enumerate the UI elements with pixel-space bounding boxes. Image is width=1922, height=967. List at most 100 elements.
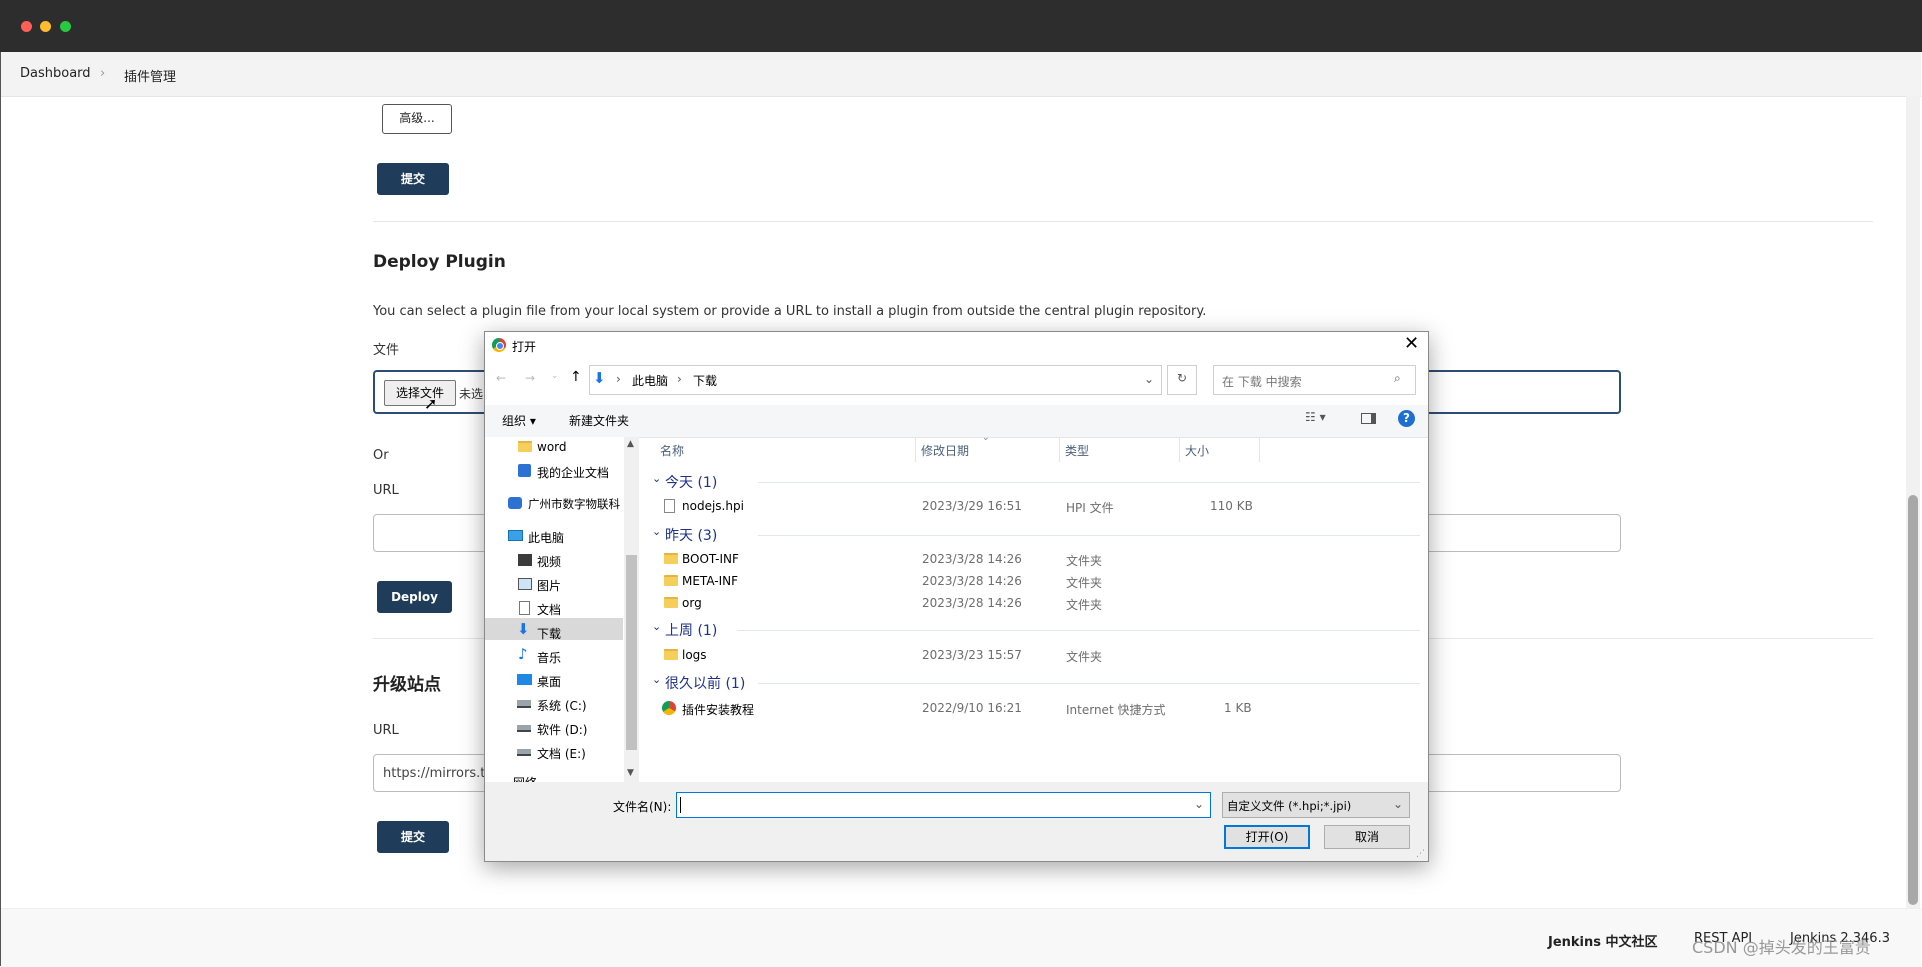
nav-item-this-pc[interactable]: 此电脑 xyxy=(528,529,564,546)
file-name[interactable]: META-INF xyxy=(682,574,738,588)
nav-item-network[interactable]: 网络 xyxy=(513,774,537,782)
update-site-submit-button[interactable]: 提交 xyxy=(377,821,449,853)
close-window-button[interactable] xyxy=(21,21,32,32)
nav-item-documents[interactable]: 文档 xyxy=(537,601,561,618)
view-options-icon[interactable]: ☷ ▾ xyxy=(1305,410,1326,424)
divider xyxy=(373,221,1873,222)
group-header-yesterday[interactable]: 昨天 (3) xyxy=(665,525,717,545)
folder-icon xyxy=(518,441,532,452)
footer-community-link[interactable]: Jenkins 中文社区 xyxy=(1548,931,1658,950)
new-folder-button[interactable]: 新建文件夹 xyxy=(569,412,629,429)
file-size: 110 KB xyxy=(1210,499,1253,513)
chevron-down-icon[interactable]: ⌄ xyxy=(1393,797,1403,811)
address-crumb-pc[interactable]: 此电脑 xyxy=(632,372,668,389)
breadcrumb xyxy=(1,52,1921,97)
nav-item-downloads[interactable]: 下载 xyxy=(537,625,561,642)
file-type: 文件夹 xyxy=(1066,650,1103,664)
chevron-down-icon[interactable]: ⌄ xyxy=(652,525,661,538)
file-size: 1 KB xyxy=(1224,701,1252,715)
choose-file-button[interactable]: 选择文件 xyxy=(384,380,456,406)
chevron-down-icon[interactable]: ⌄ xyxy=(652,620,661,633)
file-date: 2023/3/28 14:26 xyxy=(922,552,1022,566)
page-scrollbar-thumb[interactable] xyxy=(1908,495,1918,905)
update-site-url-label: URL xyxy=(373,723,399,738)
column-type[interactable]: 类型 xyxy=(1065,442,1089,459)
forward-icon[interactable]: → xyxy=(525,371,535,385)
video-icon xyxy=(518,554,532,566)
resize-grip-icon[interactable]: ⋰ xyxy=(1416,849,1425,859)
nav-item-desktop[interactable]: 桌面 xyxy=(537,673,561,690)
search-icon[interactable]: ⌕ xyxy=(1394,371,1401,386)
nav-item-drive-c[interactable]: 系统 (C:) xyxy=(537,697,587,714)
close-icon[interactable]: ✕ xyxy=(1404,333,1419,354)
nav-item-cloud-drive[interactable]: 广州市数字物联科 xyxy=(528,496,620,512)
breadcrumb-current[interactable]: 插件管理 xyxy=(124,66,176,85)
folder-icon xyxy=(664,575,678,586)
deploy-button[interactable]: Deploy xyxy=(377,581,452,613)
pictures-icon xyxy=(518,578,532,590)
computer-icon xyxy=(508,530,523,541)
nav-item-drive-d[interactable]: 软件 (D:) xyxy=(537,721,587,738)
filename-input[interactable] xyxy=(676,792,1211,818)
file-date: 2022/9/10 16:21 xyxy=(922,701,1022,715)
file-type-filter-value: 自定义文件 (*.hpi;*.jpi) xyxy=(1227,799,1352,813)
cancel-button[interactable]: 取消 xyxy=(1324,825,1410,849)
group-header-last-week[interactable]: 上周 (1) xyxy=(665,620,717,640)
file-name[interactable]: logs xyxy=(682,648,707,662)
desktop-icon xyxy=(517,674,532,685)
file-name[interactable]: BOOT-INF xyxy=(682,552,739,566)
nav-item-videos[interactable]: 视频 xyxy=(537,553,561,570)
folder-icon xyxy=(664,553,678,564)
group-header-long-ago[interactable]: 很久以前 (1) xyxy=(665,673,745,693)
preview-pane-icon[interactable] xyxy=(1361,413,1376,424)
filename-label: 文件名(N): xyxy=(613,800,672,814)
drive-icon xyxy=(517,749,531,756)
scroll-up-icon[interactable]: ▲ xyxy=(627,439,634,449)
column-modified[interactable]: 修改日期 xyxy=(921,442,969,459)
advanced-button[interactable]: 高级... xyxy=(382,104,452,134)
search-placeholder: 在 下载 中搜索 xyxy=(1222,375,1302,389)
contact-card-icon xyxy=(518,464,531,477)
file-name[interactable]: org xyxy=(682,596,702,610)
help-icon[interactable]: ? xyxy=(1398,410,1415,427)
zoom-window-button[interactable] xyxy=(60,21,71,32)
documents-icon xyxy=(519,601,530,615)
file-date: 2023/3/28 14:26 xyxy=(922,596,1022,610)
nav-item-word[interactable]: word xyxy=(537,440,567,454)
cloud-drive-icon xyxy=(508,497,522,509)
nav-item-drive-e[interactable]: 文档 (E:) xyxy=(537,745,586,762)
nav-scrollbar-thumb[interactable] xyxy=(626,555,637,750)
chevron-down-icon[interactable]: ⌄ xyxy=(1194,797,1204,811)
file-name[interactable]: nodejs.hpi xyxy=(682,499,744,513)
file-date: 2023/3/28 14:26 xyxy=(922,574,1022,588)
submit-button[interactable]: 提交 xyxy=(377,163,449,195)
organize-button[interactable]: 组织 ▾ xyxy=(502,412,536,429)
nav-item-enterprise-docs[interactable]: 我的企业文档 xyxy=(537,464,609,481)
window-titlebar xyxy=(0,0,1922,52)
drive-icon xyxy=(517,725,531,732)
column-name[interactable]: 名称 xyxy=(660,442,684,459)
up-icon[interactable]: ↑ xyxy=(570,369,582,385)
chevron-right-icon: › xyxy=(100,66,106,81)
address-crumb-downloads[interactable]: 下载 xyxy=(693,372,717,389)
chevron-down-icon[interactable]: ⌄ xyxy=(652,472,661,485)
group-header-today[interactable]: 今天 (1) xyxy=(665,472,717,492)
nav-item-music[interactable]: 音乐 xyxy=(537,649,561,666)
watermark: CSDN @掉头发的王富贵 xyxy=(1692,938,1871,957)
file-name[interactable]: 插件安装教程 xyxy=(682,701,754,718)
chevron-down-icon[interactable]: ⌄ xyxy=(652,673,661,686)
download-icon: ⬇ xyxy=(517,620,530,638)
nav-item-pictures[interactable]: 图片 xyxy=(537,577,561,594)
address-bar[interactable] xyxy=(589,365,1162,395)
deploy-plugin-title: Deploy Plugin xyxy=(373,252,506,272)
scroll-down-icon[interactable]: ▼ xyxy=(627,768,634,778)
breadcrumb-dashboard[interactable]: Dashboard xyxy=(20,66,91,81)
chevron-down-icon[interactable]: ⌄ xyxy=(1144,372,1154,386)
back-icon[interactable]: ← xyxy=(496,371,506,385)
minimize-window-button[interactable] xyxy=(40,21,51,32)
open-button[interactable]: 打开(O) xyxy=(1224,825,1310,849)
column-size[interactable]: 大小 xyxy=(1185,442,1209,459)
file-type: HPI 文件 xyxy=(1066,501,1114,515)
sort-indicator-icon: ⌄ xyxy=(982,433,990,443)
recent-locations-icon[interactable]: ⌄ xyxy=(551,371,559,381)
